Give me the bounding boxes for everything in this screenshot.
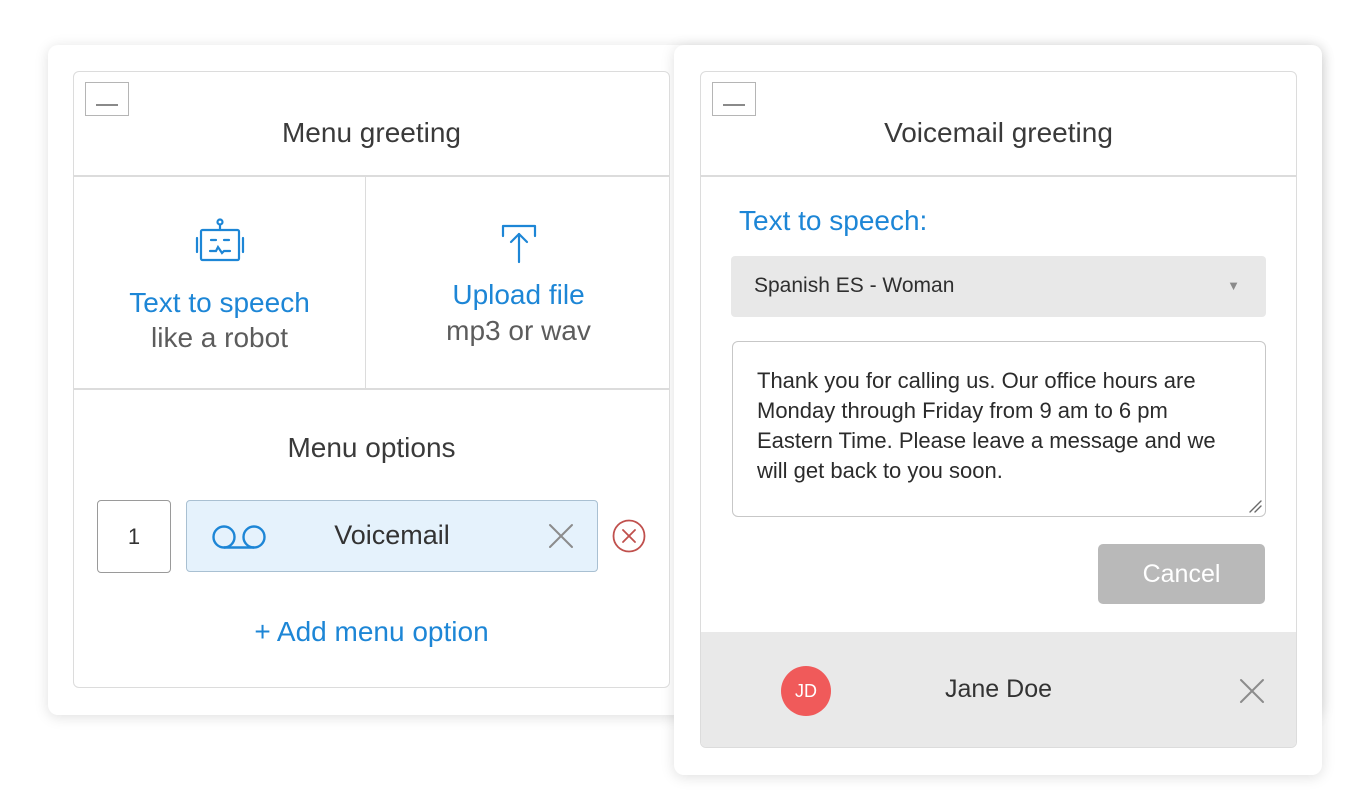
divider [701,175,1296,177]
remove-option-icon[interactable] [611,518,647,554]
text-to-speech-option[interactable]: Text to speech like a robot [74,176,366,389]
robot-icon [195,218,244,262]
upload-file-option[interactable]: Upload file mp3 or wav [366,176,669,389]
tts-option-sublabel: like a robot [151,322,288,353]
tts-heading: Text to speech: [739,205,928,236]
resize-handle-icon[interactable] [1248,499,1262,513]
close-icon[interactable] [547,522,575,550]
chevron-down-icon: ▼ [1227,278,1240,293]
user-name: Jane Doe [944,675,1053,703]
greeting-text: Thank you for calling us. Our office hou… [757,368,1216,483]
panel-title: Voicemail greeting [884,117,1113,148]
tts-option-label: Text to speech [129,287,310,318]
menu-options-title: Menu options [287,432,456,463]
voice-select-value: Spanish ES - Woman [754,274,955,297]
upload-option-label: Upload file [452,279,585,310]
add-menu-option-link[interactable]: + Add menu option [74,616,669,648]
upload-option-sublabel: mp3 or wav [446,315,591,346]
cancel-button[interactable]: Cancel [1098,544,1265,604]
voice-select[interactable]: Spanish ES - Woman ▼ [731,256,1266,317]
voicemail-greeting-panel: Voicemail greeting Text to speech: Spani… [700,71,1297,748]
user-bar: JD Jane Doe [701,632,1296,747]
menu-option-pill[interactable]: Voicemail [186,500,598,572]
minimize-button[interactable] [85,82,129,116]
menu-option-label: Voicemail [334,520,450,550]
minimize-button[interactable] [712,82,756,116]
close-icon[interactable] [1238,677,1266,705]
greeting-textarea[interactable]: Thank you for calling us. Our office hou… [732,341,1266,517]
menu-greeting-panel: Menu greeting Text to speech like a robo… [73,71,670,688]
panel-title: Menu greeting [281,117,461,148]
upload-icon [501,224,536,264]
menu-key-input[interactable]: 1 [97,500,171,573]
divider [74,388,669,390]
